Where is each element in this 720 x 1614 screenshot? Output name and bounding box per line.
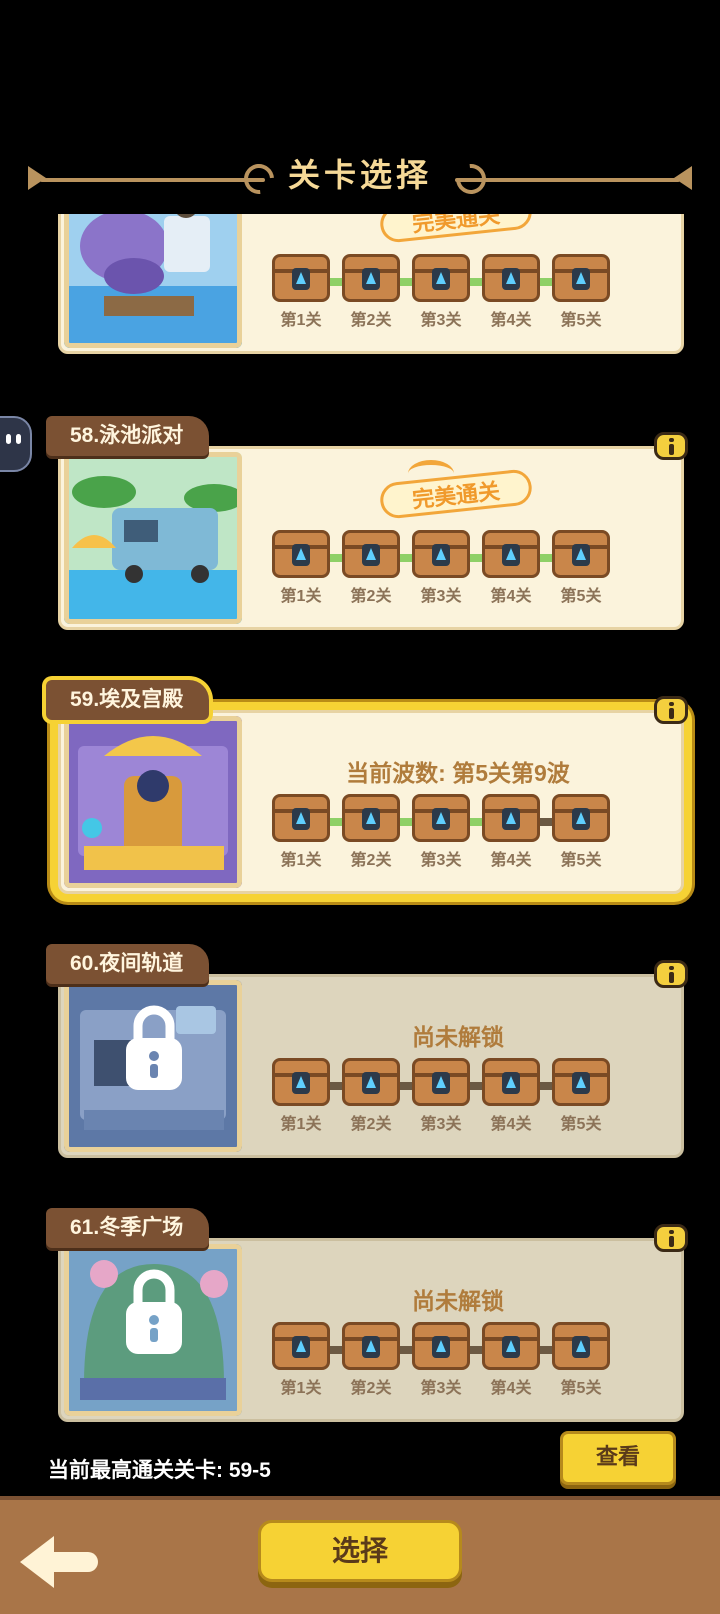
chest-label: 第5关	[560, 588, 602, 605]
chest-stage-1[interactable]: 第1关	[270, 250, 332, 334]
chest-stage-2[interactable]: 第2关	[340, 1054, 402, 1138]
level-name-plate: 59.埃及宫殿	[46, 680, 210, 720]
chest-label: 第4关	[490, 312, 532, 329]
level-thumbnail	[64, 980, 242, 1152]
chest-label: 第5关	[560, 852, 602, 869]
level-thumbnail	[64, 716, 242, 888]
chest-stage-1[interactable]: 第1关	[270, 1318, 332, 1402]
chest-label: 第1关	[280, 852, 322, 869]
chest-stage-4[interactable]: 第4关	[480, 790, 542, 874]
chest-label: 第3关	[420, 1380, 462, 1397]
level-card-60-locked[interactable]: 60.夜间轨道 尚未解锁 第1关 第2关 第3关 第4关 第5关	[46, 944, 688, 1158]
chest-label: 第4关	[490, 1380, 532, 1397]
chest-row: 第1关 第2关 第3关 第4关 第5关	[270, 250, 620, 340]
chest-stage-4[interactable]: 第4关	[480, 250, 542, 334]
chest-stage-2[interactable]: 第2关	[340, 250, 402, 334]
view-button[interactable]: 查看	[560, 1431, 676, 1485]
chest-row: 第1关 第2关 第3关 第4关 第5关	[270, 1054, 620, 1144]
chest-stage-3[interactable]: 第3关	[410, 250, 472, 334]
chest-label: 第1关	[280, 312, 322, 329]
chest-stage-4[interactable]: 第4关	[480, 1318, 542, 1402]
page-title: 关卡选择	[287, 157, 432, 193]
chest-row: 第1关 第2关 第3关 第4关 第5关	[270, 526, 620, 616]
title-bar: 关卡选择	[0, 148, 720, 212]
chest-label: 第3关	[420, 312, 462, 329]
chest-stage-4[interactable]: 第4关	[480, 1054, 542, 1138]
info-icon[interactable]	[654, 960, 688, 988]
chest-label: 第1关	[280, 588, 322, 605]
level-name-plate: 58.泳池派对	[46, 416, 210, 456]
chest-stage-3[interactable]: 第3关	[410, 790, 472, 874]
chest-stage-5[interactable]: 第5关	[550, 790, 612, 874]
level-thumbnail	[64, 452, 242, 624]
level-thumbnail	[64, 1244, 242, 1416]
chest-label: 第2关	[350, 1116, 392, 1133]
chest-label: 第4关	[490, 852, 532, 869]
chest-stage-2[interactable]: 第2关	[340, 790, 402, 874]
level-name-plate: 61.冬季广场	[46, 1208, 210, 1248]
level-list[interactable]: 完美通关 第1关 第2关 第3关 第4关 第5关 58.泳池派对 完美通关 第1…	[0, 214, 720, 1440]
chest-row: 第1关 第2关 第3关 第4关 第5关	[270, 1318, 620, 1408]
back-arrow-icon[interactable]	[20, 1528, 100, 1594]
chest-stage-5[interactable]: 第5关	[550, 250, 612, 334]
chest-label: 第5关	[560, 312, 602, 329]
chest-stage-1[interactable]: 第1关	[270, 790, 332, 874]
bottom-toolbar: 选择	[0, 1496, 720, 1614]
chest-stage-5[interactable]: 第5关	[550, 1318, 612, 1402]
ornament-leaf-icon	[674, 166, 692, 190]
chest-stage-2[interactable]: 第2关	[340, 1318, 402, 1402]
level-card-58[interactable]: 58.泳池派对 完美通关 第1关 第2关 第3关 第4关 第5关	[46, 416, 688, 630]
chest-stage-3[interactable]: 第3关	[410, 1318, 472, 1402]
chest-stage-3[interactable]: 第3关	[410, 526, 472, 610]
chest-stage-3[interactable]: 第3关	[410, 1054, 472, 1138]
chest-label: 第5关	[560, 1116, 602, 1133]
perfect-clear-stamp: 完美通关	[378, 460, 540, 520]
chest-label: 第2关	[350, 588, 392, 605]
locked-status-text: 尚未解锁	[412, 1024, 504, 1050]
chest-row: 第1关 第2关 第3关 第4关 第5关	[270, 790, 620, 880]
level-name-plate: 60.夜间轨道	[46, 944, 210, 984]
info-icon[interactable]	[654, 696, 688, 724]
level-thumbnail	[64, 214, 242, 348]
chest-stage-4[interactable]: 第4关	[480, 526, 542, 610]
chest-label: 第5关	[560, 1380, 602, 1397]
locked-status-text: 尚未解锁	[412, 1288, 504, 1314]
chest-stage-5[interactable]: 第5关	[550, 526, 612, 610]
level-card-59-current[interactable]: 59.埃及宫殿 当前波数: 第5关第9波 第1关 第2关 第3关 第4关 第5关	[46, 680, 688, 894]
chest-stage-1[interactable]: 第1关	[270, 526, 332, 610]
chest-label: 第2关	[350, 852, 392, 869]
select-button[interactable]: 选择	[258, 1520, 462, 1582]
chest-label: 第1关	[280, 1116, 322, 1133]
chest-stage-2[interactable]: 第2关	[340, 526, 402, 610]
best-progress-text: 当前最高通关关卡: 59-5	[48, 1459, 271, 1482]
perfect-clear-stamp: 完美通关	[378, 214, 540, 244]
level-card-57[interactable]: 完美通关 第1关 第2关 第3关 第4关 第5关	[58, 214, 684, 354]
chest-label: 第3关	[420, 588, 462, 605]
chest-label: 第2关	[350, 1380, 392, 1397]
chest-label: 第3关	[420, 852, 462, 869]
chest-label: 第3关	[420, 1116, 462, 1133]
current-wave-text: 当前波数: 第5关第9波	[346, 760, 570, 786]
chest-label: 第1关	[280, 1380, 322, 1397]
ornament-line	[455, 178, 680, 182]
chest-stage-1[interactable]: 第1关	[270, 1054, 332, 1138]
chest-label: 第4关	[490, 1116, 532, 1133]
info-icon[interactable]	[654, 432, 688, 460]
level-card-61-locked[interactable]: 61.冬季广场 尚未解锁 第1关 第2关 第3关 第4关 第5关	[46, 1208, 688, 1422]
chest-label: 第2关	[350, 312, 392, 329]
chest-stage-5[interactable]: 第5关	[550, 1054, 612, 1138]
chest-label: 第4关	[490, 588, 532, 605]
info-icon[interactable]	[654, 1224, 688, 1252]
